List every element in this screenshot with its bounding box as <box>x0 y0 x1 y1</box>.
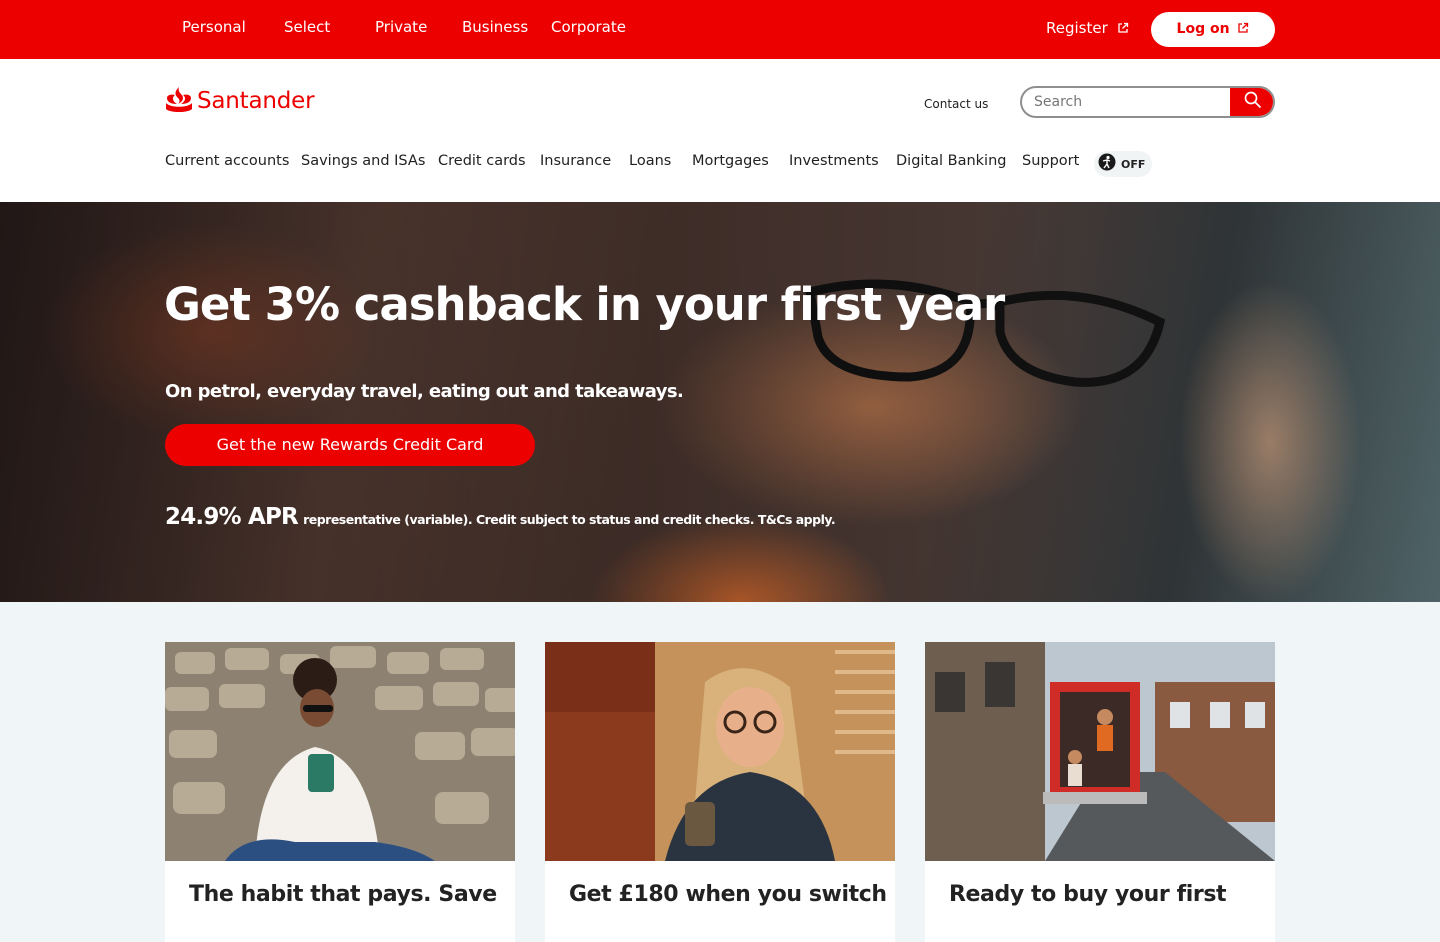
nav-insurance[interactable]: Insurance <box>540 153 611 169</box>
hero-overlay <box>0 202 1440 602</box>
card-title: The habit that pays. Save <box>189 882 497 907</box>
logo-wordmark: Santander <box>197 88 315 114</box>
toggle-state-label: OFF <box>1121 157 1146 171</box>
promo-card-save[interactable]: The habit that pays. Save <box>165 642 515 942</box>
nav-investments[interactable]: Investments <box>789 153 879 169</box>
segment-bar: Personal Select Private Business Corpora… <box>0 0 1440 59</box>
card-image <box>545 642 895 861</box>
log-on-label: Log on <box>1176 21 1230 37</box>
register-label: Register <box>1046 19 1108 37</box>
nav-support[interactable]: Support <box>1022 153 1079 169</box>
santander-logo[interactable]: Santander <box>165 86 315 117</box>
nav-mortgages[interactable]: Mortgages <box>692 153 769 169</box>
nav-credit-cards[interactable]: Credit cards <box>438 153 526 169</box>
external-link-icon <box>1237 13 1249 47</box>
rewards-card-cta-button[interactable]: Get the new Rewards Credit Card <box>165 424 535 466</box>
card-image <box>165 642 515 861</box>
hero-apr-disclaimer: 24.9% APR representative (variable). Cre… <box>165 504 836 530</box>
external-link-icon <box>1117 20 1129 38</box>
contact-us-link[interactable]: Contact us <box>924 97 988 111</box>
nav-loans[interactable]: Loans <box>629 153 671 169</box>
nav-savings-and-isas[interactable]: Savings and ISAs <box>301 153 425 169</box>
card-image <box>925 642 1275 861</box>
segment-private[interactable]: Private <box>375 18 427 36</box>
card-title: Ready to buy your first <box>949 882 1227 907</box>
register-link[interactable]: Register <box>1046 19 1129 38</box>
segment-business[interactable]: Business <box>462 18 528 36</box>
flame-logo-icon <box>165 86 193 117</box>
promo-card-first-home[interactable]: Ready to buy your first <box>925 642 1275 942</box>
hero-subtitle: On petrol, everyday travel, eating out a… <box>165 381 684 402</box>
log-on-button[interactable]: Log on <box>1151 12 1275 47</box>
segment-select[interactable]: Select <box>284 18 330 36</box>
accessibility-toggle-icon <box>1098 153 1116 175</box>
apr-terms: representative (variable). Credit subjec… <box>303 512 836 527</box>
main-header: Santander Contact us Current accounts Sa… <box>0 59 1440 202</box>
segment-personal[interactable]: Personal <box>182 18 246 36</box>
card-title: Get £180 when you switch <box>569 882 887 907</box>
nav-digital-banking[interactable]: Digital Banking <box>896 153 1006 169</box>
hero-banner: Get 3% cashback in your first year On pe… <box>0 202 1440 602</box>
search-box <box>1020 86 1275 118</box>
search-button[interactable] <box>1230 88 1273 116</box>
segment-corporate[interactable]: Corporate <box>551 18 626 36</box>
apr-rate: 24.9% APR <box>165 504 299 530</box>
nav-current-accounts[interactable]: Current accounts <box>165 153 289 169</box>
search-input[interactable] <box>1022 88 1232 116</box>
hero-title: Get 3% cashback in your first year <box>164 278 1005 331</box>
accessibility-toggle[interactable]: OFF <box>1094 151 1152 177</box>
search-icon <box>1244 91 1262 113</box>
promo-card-switch[interactable]: Get £180 when you switch <box>545 642 895 942</box>
